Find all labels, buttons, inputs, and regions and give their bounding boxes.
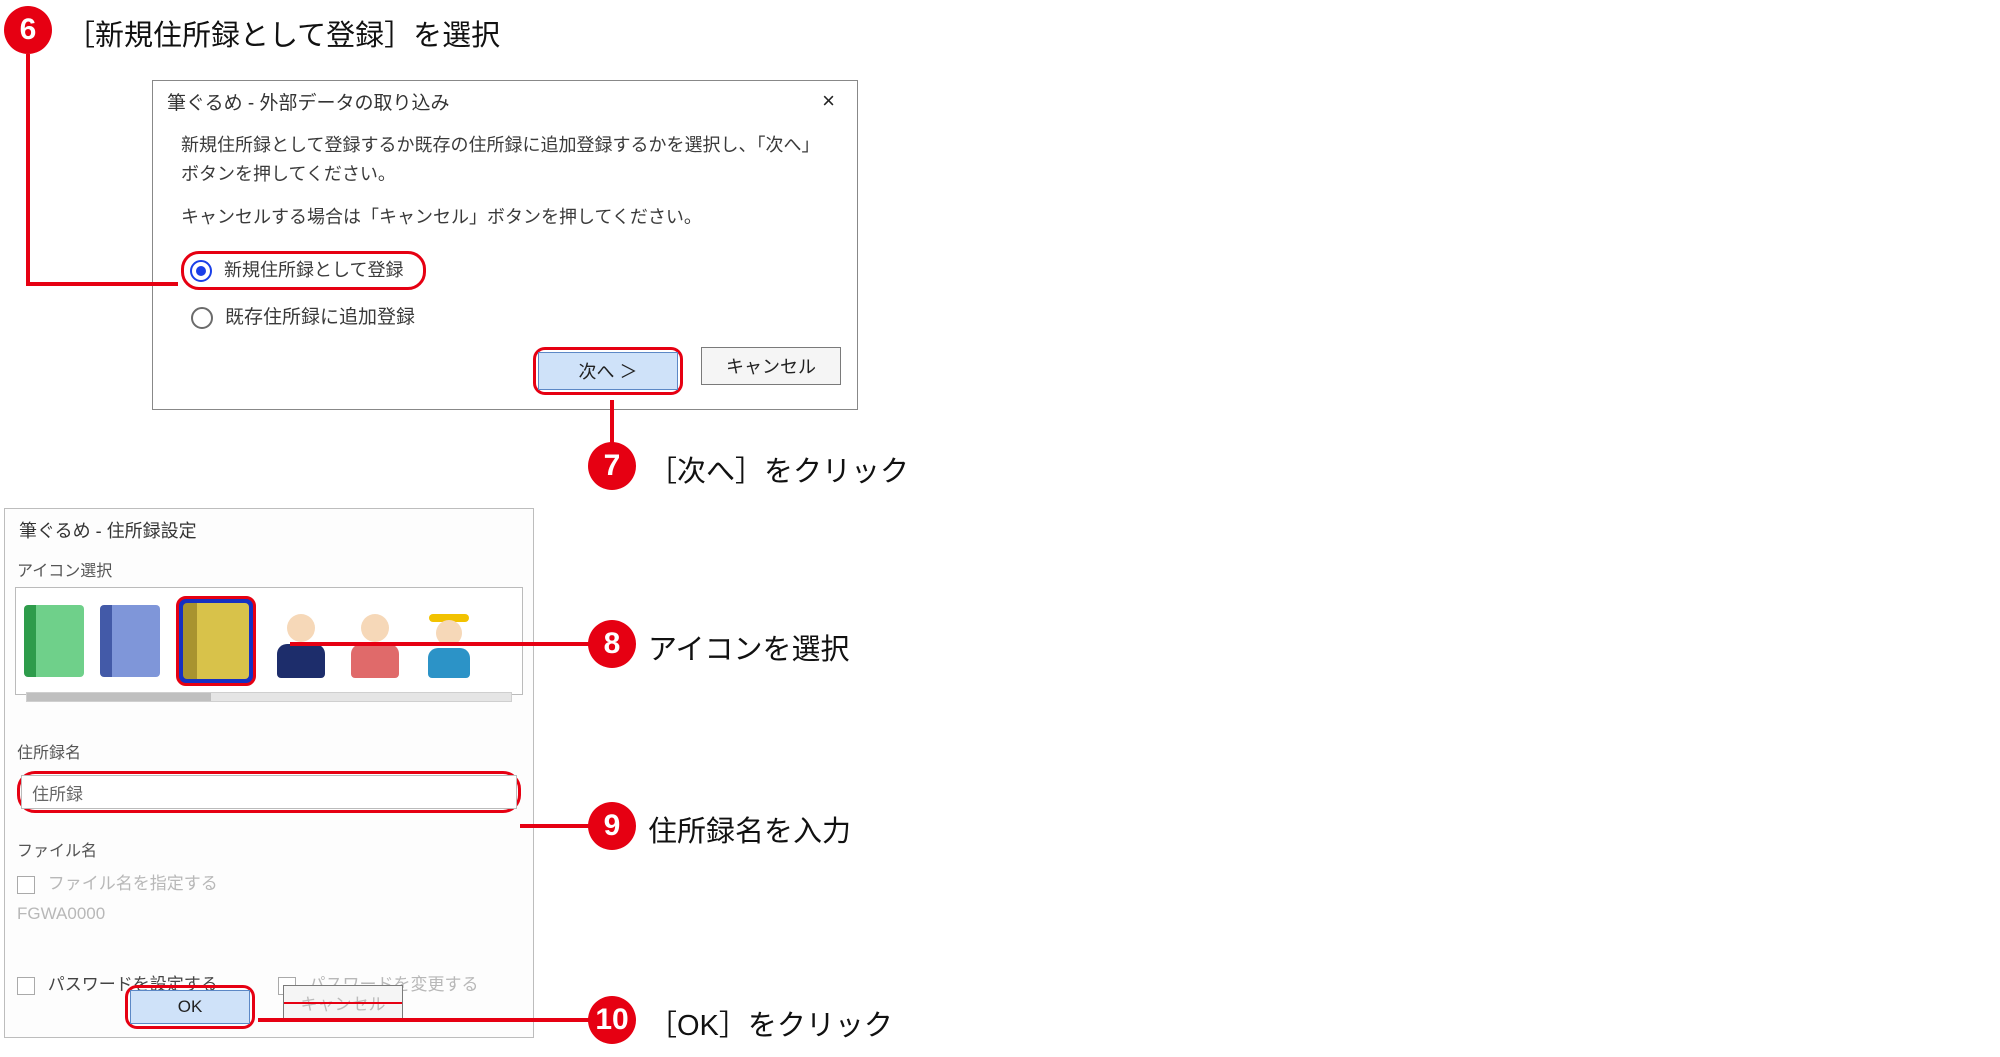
icon-section-label: アイコン選択 [5,551,533,583]
next-button[interactable]: 次へ ＞ [538,352,678,390]
book-green-icon[interactable] [24,605,84,677]
step-6-marker: 6 [4,6,52,54]
ok-button-highlight: OK [125,985,255,1029]
step-10-marker: 10 [588,996,636,1044]
addressbook-settings-dialog: 筆ぐるめ - 住所録設定 アイコン選択 住所録名 ファイル名 ファイル名を指定す… [4,508,534,1038]
radio-existing-label: 既存住所録に追加登録 [225,303,415,333]
file-specify-row: ファイル名を指定する [17,869,521,894]
step-8-marker: 8 [588,620,636,668]
step-6-leader-h [26,282,178,286]
icon-select-strip[interactable] [15,587,523,695]
book-gold-selected[interactable] [176,596,256,686]
file-specify-label: ファイル名を指定する [48,874,218,893]
radio-existing-address-book[interactable]: 既存住所録に追加登録 [187,301,823,335]
next-button-highlight: 次へ ＞ [533,347,683,395]
person-apron-icon[interactable] [346,604,404,678]
step-7-marker: 7 [588,442,636,490]
addressbook-name-highlight [17,771,521,813]
step-8-leader [290,642,590,646]
checkbox-icon[interactable] [17,876,35,894]
import-instruction-1: 新規住所録として登録するか既存の住所録に追加登録するかを選択し、「次へ」ボタンを… [181,131,829,189]
settings-dialog-buttons: OK キャンセル [5,985,533,1029]
name-section-label: 住所録名 [5,733,533,765]
import-dialog-title: 筆ぐるめ - 外部データの取り込み [167,88,450,115]
step-7-leader [610,400,614,444]
step-10-leader [258,1018,590,1022]
icon-scrollbar[interactable] [26,692,512,702]
close-icon[interactable]: × [814,84,843,118]
step-9-marker: 9 [588,802,636,850]
file-section-label: ファイル名 [5,831,533,863]
book-blue-icon[interactable] [100,605,160,677]
step-6-caption: ［新規住所録として登録］を選択 [66,12,500,54]
addressbook-name-input[interactable] [21,775,517,809]
radio-new-address-book[interactable]: 新規住所録として登録 [181,251,426,290]
ok-button[interactable]: OK [130,990,250,1024]
step-8-caption: アイコンを選択 [648,626,850,668]
import-dialog-titlebar: 筆ぐるめ - 外部データの取り込み × [153,81,857,117]
book-gold-icon [183,603,249,679]
cancel-button-2[interactable]: キャンセル [283,985,403,1019]
person-suit-icon[interactable] [272,604,330,678]
radio-new-label: 新規住所録として登録 [224,256,403,285]
radio-dot-icon [190,260,212,282]
file-name-value: FGWA0000 [17,904,521,924]
import-dialog-body: 新規住所録として登録するか既存の住所録に追加登録するかを選択し、「次へ」ボタンを… [153,117,857,355]
cancel-button[interactable]: キャンセル [701,347,841,385]
addressbook-settings-title: 筆ぐるめ - 住所録設定 [5,509,533,551]
import-dialog-buttons: 次へ ＞ キャンセル [533,347,841,395]
step-10-caption: ［OK］をクリック [648,1002,893,1044]
import-instruction-2: キャンセルする場合は「キャンセル」ボタンを押してください。 [181,203,829,232]
step-6-leader-v [26,54,30,284]
step-7-caption: ［次へ］をクリック [648,448,909,490]
step-9-caption: 住所録名を入力 [648,808,851,850]
radio-empty-icon [191,307,213,329]
person-kid-icon[interactable] [420,604,478,678]
step-9-leader [520,824,590,828]
import-dialog: 筆ぐるめ - 外部データの取り込み × 新規住所録として登録するか既存の住所録に… [152,80,858,410]
